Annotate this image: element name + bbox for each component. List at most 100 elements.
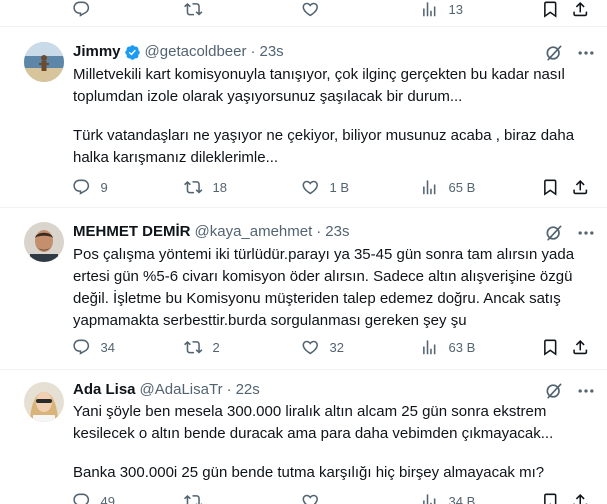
tweet-text-line: kesilecek o altın bende duracak ama para… — [73, 425, 554, 442]
timestamp[interactable]: 22s — [236, 380, 260, 400]
separator: · — [316, 223, 322, 240]
action-bar: 13 — [66, 0, 596, 20]
share-icon — [573, 179, 588, 194]
bookmark-button[interactable] — [541, 336, 560, 358]
bookmark-icon — [544, 339, 557, 356]
timestamp[interactable]: 23s — [325, 222, 349, 242]
timestamp[interactable]: 23s — [260, 42, 284, 62]
tweet[interactable]: Jimmy @getacoldbeer · 23s Milletvekili k… — [0, 27, 607, 208]
like-icon — [302, 494, 318, 504]
like-count: 1 B — [329, 179, 350, 195]
repost-button[interactable]: 18 — [184, 176, 227, 198]
views-count: 13 — [448, 1, 463, 17]
tweet-header: Jimmy @getacoldbeer · 23s — [73, 42, 284, 62]
share-button[interactable] — [571, 176, 590, 198]
grok-button[interactable] — [544, 223, 564, 243]
reply-count: 34 — [100, 339, 115, 355]
reply-button[interactable]: 9 — [72, 176, 108, 198]
grok-icon — [546, 225, 562, 241]
tweet-text: Yani şöyle ben mesela 300.000 liralık al… — [73, 401, 593, 484]
bookmark-button[interactable] — [541, 0, 560, 20]
bookmark-button[interactable] — [541, 176, 560, 198]
reply-count: 49 — [100, 493, 115, 504]
like-button[interactable]: 1 B — [301, 176, 349, 198]
more-icon — [578, 51, 594, 55]
tweet[interactable]: Ada Lisa @AdaLisaTr · 22s Yani şöyle ben… — [0, 370, 607, 504]
repost-icon — [184, 340, 203, 354]
display-name[interactable]: MEHMET DEMİR — [73, 222, 191, 242]
bookmark-icon — [544, 493, 557, 504]
tweet-text: Milletvekili kart komisyonuyla tanışıyor… — [73, 64, 593, 169]
reply-button[interactable]: 34 — [72, 336, 115, 358]
tweet-text-line: değil. İşletme bu Komisyonu müşteriden t… — [73, 290, 561, 307]
display-name[interactable]: Jimmy — [73, 42, 121, 62]
more-button[interactable] — [576, 43, 596, 63]
repost-icon — [184, 494, 203, 504]
tweet-text-line: toplumdan izole olarak yaşıyorsunuz şaşı… — [73, 88, 463, 105]
like-icon — [302, 340, 318, 355]
handle[interactable]: @getacoldbeer — [145, 42, 247, 62]
reply-button[interactable]: 49 — [72, 490, 115, 504]
views-icon — [423, 180, 436, 194]
reply-count: 9 — [100, 179, 108, 195]
tweet-previous: 13 — [0, 0, 607, 27]
tweet-text-line: Pos çalışma yöntemi iki türlüdür.parayı … — [73, 246, 575, 263]
more-button[interactable] — [576, 381, 596, 401]
like-button[interactable]: 32 — [301, 336, 344, 358]
bookmark-icon — [544, 1, 557, 18]
like-button[interactable] — [301, 0, 320, 20]
separator: · — [250, 43, 256, 60]
like-count: 32 — [329, 339, 344, 355]
more-icon — [578, 231, 594, 235]
verified-badge-icon — [124, 44, 141, 61]
avatar[interactable] — [24, 222, 64, 262]
views-icon — [423, 340, 436, 354]
repost-icon — [184, 180, 203, 194]
repost-button[interactable]: 2 — [184, 336, 220, 358]
share-button[interactable] — [571, 0, 590, 20]
views-button[interactable]: 65 B — [420, 176, 475, 198]
views-button[interactable]: 34 B — [420, 490, 475, 504]
grok-button[interactable] — [544, 381, 564, 401]
views-button[interactable]: 63 B — [420, 336, 475, 358]
bookmark-button[interactable] — [541, 490, 560, 504]
reply-icon — [73, 339, 90, 355]
tweet-text-line: Yani şöyle ben mesela 300.000 liralık al… — [73, 403, 547, 420]
avatar[interactable] — [24, 42, 64, 82]
avatar[interactable] — [24, 382, 64, 422]
tweet-text: Pos çalışma yöntemi iki türlüdür.parayı … — [73, 244, 593, 332]
reply-icon — [73, 1, 90, 17]
views-count: 65 B — [448, 179, 476, 195]
tweet-text-line: halka karışmanız dileklerimle... — [73, 149, 279, 166]
tweet-header: Ada Lisa @AdaLisaTr · 22s — [73, 380, 260, 400]
action-bar: 9 18 1 B 65 B — [66, 176, 596, 198]
handle[interactable]: @AdaLisaTr — [140, 380, 223, 400]
reply-button[interactable] — [72, 0, 91, 20]
views-icon — [423, 2, 436, 16]
handle[interactable]: @kaya_amehmet — [195, 222, 313, 242]
repost-button[interactable] — [184, 0, 203, 20]
tweet-text-line: ertesi gün %5-6 civarı komisyon öder alı… — [73, 268, 573, 285]
reply-icon — [73, 179, 90, 195]
repost-count: 2 — [212, 339, 220, 355]
action-bar: 34 2 32 63 B — [66, 336, 596, 358]
display-name[interactable]: Ada Lisa — [73, 380, 136, 400]
action-bar: 49 34 B — [66, 490, 596, 504]
tweet-text-line: Türk vatandaşları ne yaşıyor ne çekiyor,… — [73, 127, 575, 144]
share-button[interactable] — [571, 490, 590, 504]
repost-button[interactable] — [184, 490, 203, 504]
share-button[interactable] — [571, 336, 590, 358]
repost-icon — [184, 2, 203, 16]
share-icon — [573, 493, 588, 504]
more-button[interactable] — [576, 223, 596, 243]
tweet[interactable]: MEHMET DEMİR @kaya_amehmet · 23s Pos çal… — [0, 208, 607, 370]
views-count: 34 B — [448, 493, 476, 504]
views-button[interactable]: 13 — [420, 0, 463, 20]
like-icon — [302, 2, 318, 17]
like-button[interactable] — [301, 490, 320, 504]
tweet-text-line: Milletvekili kart komisyonuyla tanışıyor… — [73, 66, 565, 83]
tweet-text-line: Banka 300.000i 25 gün bende tutma karşıl… — [73, 464, 545, 481]
reply-icon — [73, 493, 90, 504]
grok-button[interactable] — [544, 43, 564, 63]
tweet-text-line: yapmamakta serbesttir.burda sorgulanması… — [73, 312, 467, 329]
